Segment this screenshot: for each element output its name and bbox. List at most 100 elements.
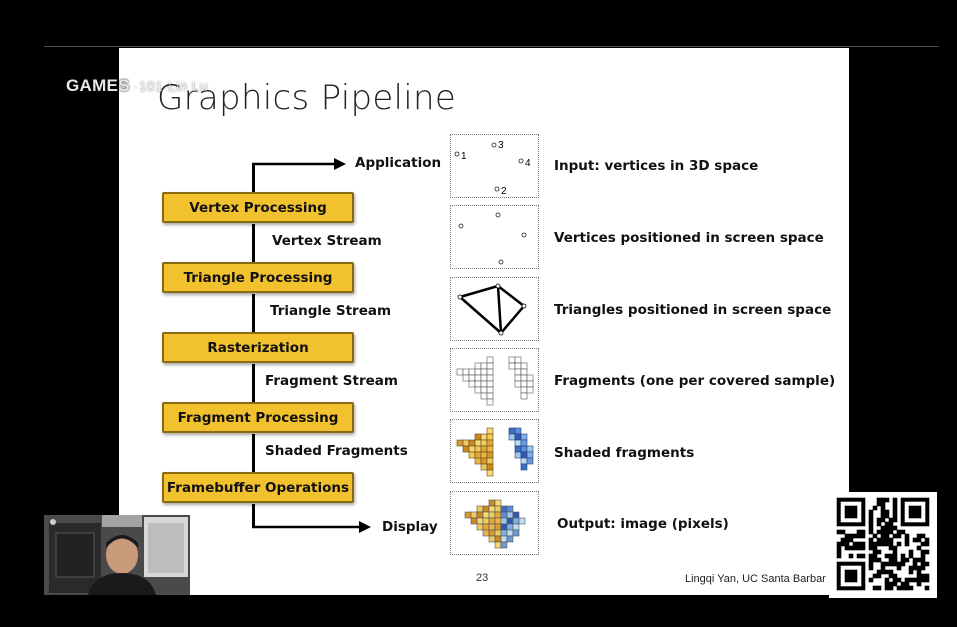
fragment-cell: [468, 380, 476, 388]
pixel-cell: [512, 523, 520, 531]
qr-module: [836, 529, 842, 535]
pixel-cell: [494, 499, 502, 507]
qr-module: [892, 557, 898, 563]
pixel-cell: [470, 517, 478, 525]
qr-module: [860, 541, 866, 547]
qr-module: [880, 517, 886, 523]
application-arrowhead: [334, 158, 346, 170]
pixel-cell: [482, 505, 490, 513]
qr-module: [896, 585, 902, 591]
qr-module: [888, 557, 894, 563]
qr-module: [880, 537, 886, 543]
fragment-cell: [480, 368, 488, 376]
pixel-cell: [488, 535, 496, 543]
qr-module: [880, 529, 886, 535]
qr-module: [908, 565, 914, 571]
shaded-fragment-cell: [486, 439, 494, 447]
fragment-cell: [486, 368, 494, 376]
qr-module: [908, 569, 914, 575]
fragment-cell: [520, 368, 528, 376]
pixel-cell: [494, 511, 502, 519]
shaded-fragment-cell: [520, 439, 528, 447]
pixel-cell: [488, 529, 496, 537]
qr-module: [908, 549, 914, 555]
shaded-fragment-cell: [480, 433, 488, 441]
shaded-fragment-cell: [480, 439, 488, 447]
qr-module: [868, 553, 874, 559]
pixel-cell: [476, 505, 484, 513]
fragment-cell: [486, 362, 494, 370]
qr-module: [868, 529, 874, 535]
shaded-fragment-cell: [480, 463, 488, 471]
qr-module: [868, 545, 874, 551]
qr-module: [908, 553, 914, 559]
pixel-cell: [488, 511, 496, 519]
pixel-cell: [464, 511, 472, 519]
pixel-cell: [500, 505, 508, 513]
qr-module: [884, 561, 890, 567]
shaded-fragment-cell: [520, 463, 528, 471]
shaded-fragment-cell: [474, 439, 482, 447]
qr-module: [868, 577, 874, 583]
fragment-cell: [526, 380, 534, 388]
qr-module: [880, 497, 886, 503]
fragment-cell: [526, 374, 534, 382]
qr-module: [892, 517, 898, 523]
qr-module: [880, 533, 886, 539]
fragment-cell: [486, 386, 494, 394]
qr-module: [888, 569, 894, 575]
qr-module: [912, 557, 918, 563]
qr-module: [904, 533, 910, 539]
shaded-fragment-cell: [486, 427, 494, 435]
qr-module: [884, 577, 890, 583]
pixel-cell: [500, 511, 508, 519]
pixel-cell: [512, 517, 520, 525]
shaded-fragment-cell: [508, 427, 516, 435]
qr-module: [880, 569, 886, 575]
pixel-cell: [476, 517, 484, 525]
qr-module: [884, 541, 890, 547]
pixel-cell: [476, 511, 484, 519]
shaded-fragment-cell: [526, 457, 534, 465]
pixel-cell: [506, 517, 514, 525]
qr-module: [896, 529, 902, 535]
qr-module: [892, 533, 898, 539]
fragment-cell: [514, 356, 522, 364]
desc-triangles: Triangles positioned in screen space: [554, 302, 832, 318]
pixel-cell: [494, 535, 502, 543]
qr-module: [880, 525, 886, 531]
qr-module: [892, 497, 898, 503]
pixel-cell: [518, 517, 526, 525]
qr-module: [872, 573, 878, 579]
qr-finder-core: [908, 505, 922, 519]
qr-module: [912, 537, 918, 543]
qr-module: [900, 529, 906, 535]
qr-module: [852, 533, 858, 539]
pixel-cell: [494, 517, 502, 525]
qr-module: [840, 541, 846, 547]
qr-module: [840, 529, 846, 535]
qr-module: [884, 553, 890, 559]
qr-module: [872, 549, 878, 555]
qr-module: [920, 557, 926, 563]
fragment-cell: [514, 374, 522, 382]
qr-module: [844, 545, 850, 551]
qr-module: [868, 509, 874, 515]
shaded-fragment-cell: [514, 427, 522, 435]
qr-module: [920, 577, 926, 583]
shaded-fragment-cell: [474, 451, 482, 459]
desc-screen-vertices: Vertices positioned in screen space: [554, 230, 824, 246]
qr-module: [900, 561, 906, 567]
qr-module: [904, 577, 910, 583]
qr-module: [868, 541, 874, 547]
shaded-fragment-cell: [526, 451, 534, 459]
pixel-cell: [506, 523, 514, 531]
qr-module: [888, 517, 894, 523]
qr-module: [868, 513, 874, 519]
qr-module: [904, 557, 910, 563]
qr-module: [860, 533, 866, 539]
qr-module: [924, 585, 930, 591]
pixel-cell: [500, 523, 508, 531]
qr-module: [868, 537, 874, 543]
qr-module: [868, 557, 874, 563]
